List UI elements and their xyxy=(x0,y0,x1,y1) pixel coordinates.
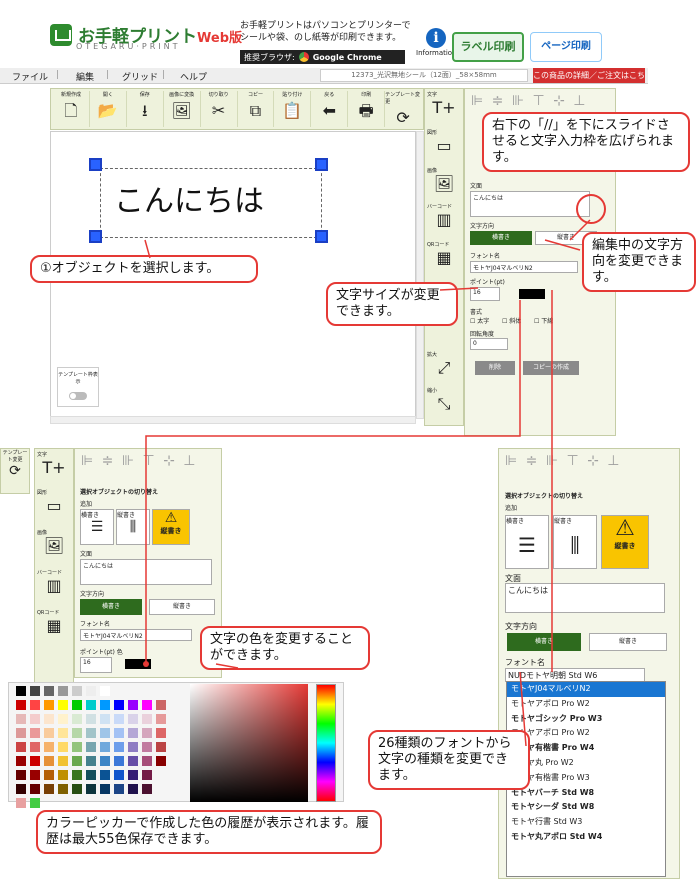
connector-font xyxy=(519,671,527,747)
connector-dot xyxy=(143,661,149,667)
connector-color xyxy=(215,663,239,669)
connector-resize xyxy=(569,219,591,241)
connector-select xyxy=(144,239,151,259)
connector-size xyxy=(439,287,479,291)
connector-direction xyxy=(544,239,581,251)
connector-lines xyxy=(143,219,591,747)
connector-size-long xyxy=(145,300,521,664)
